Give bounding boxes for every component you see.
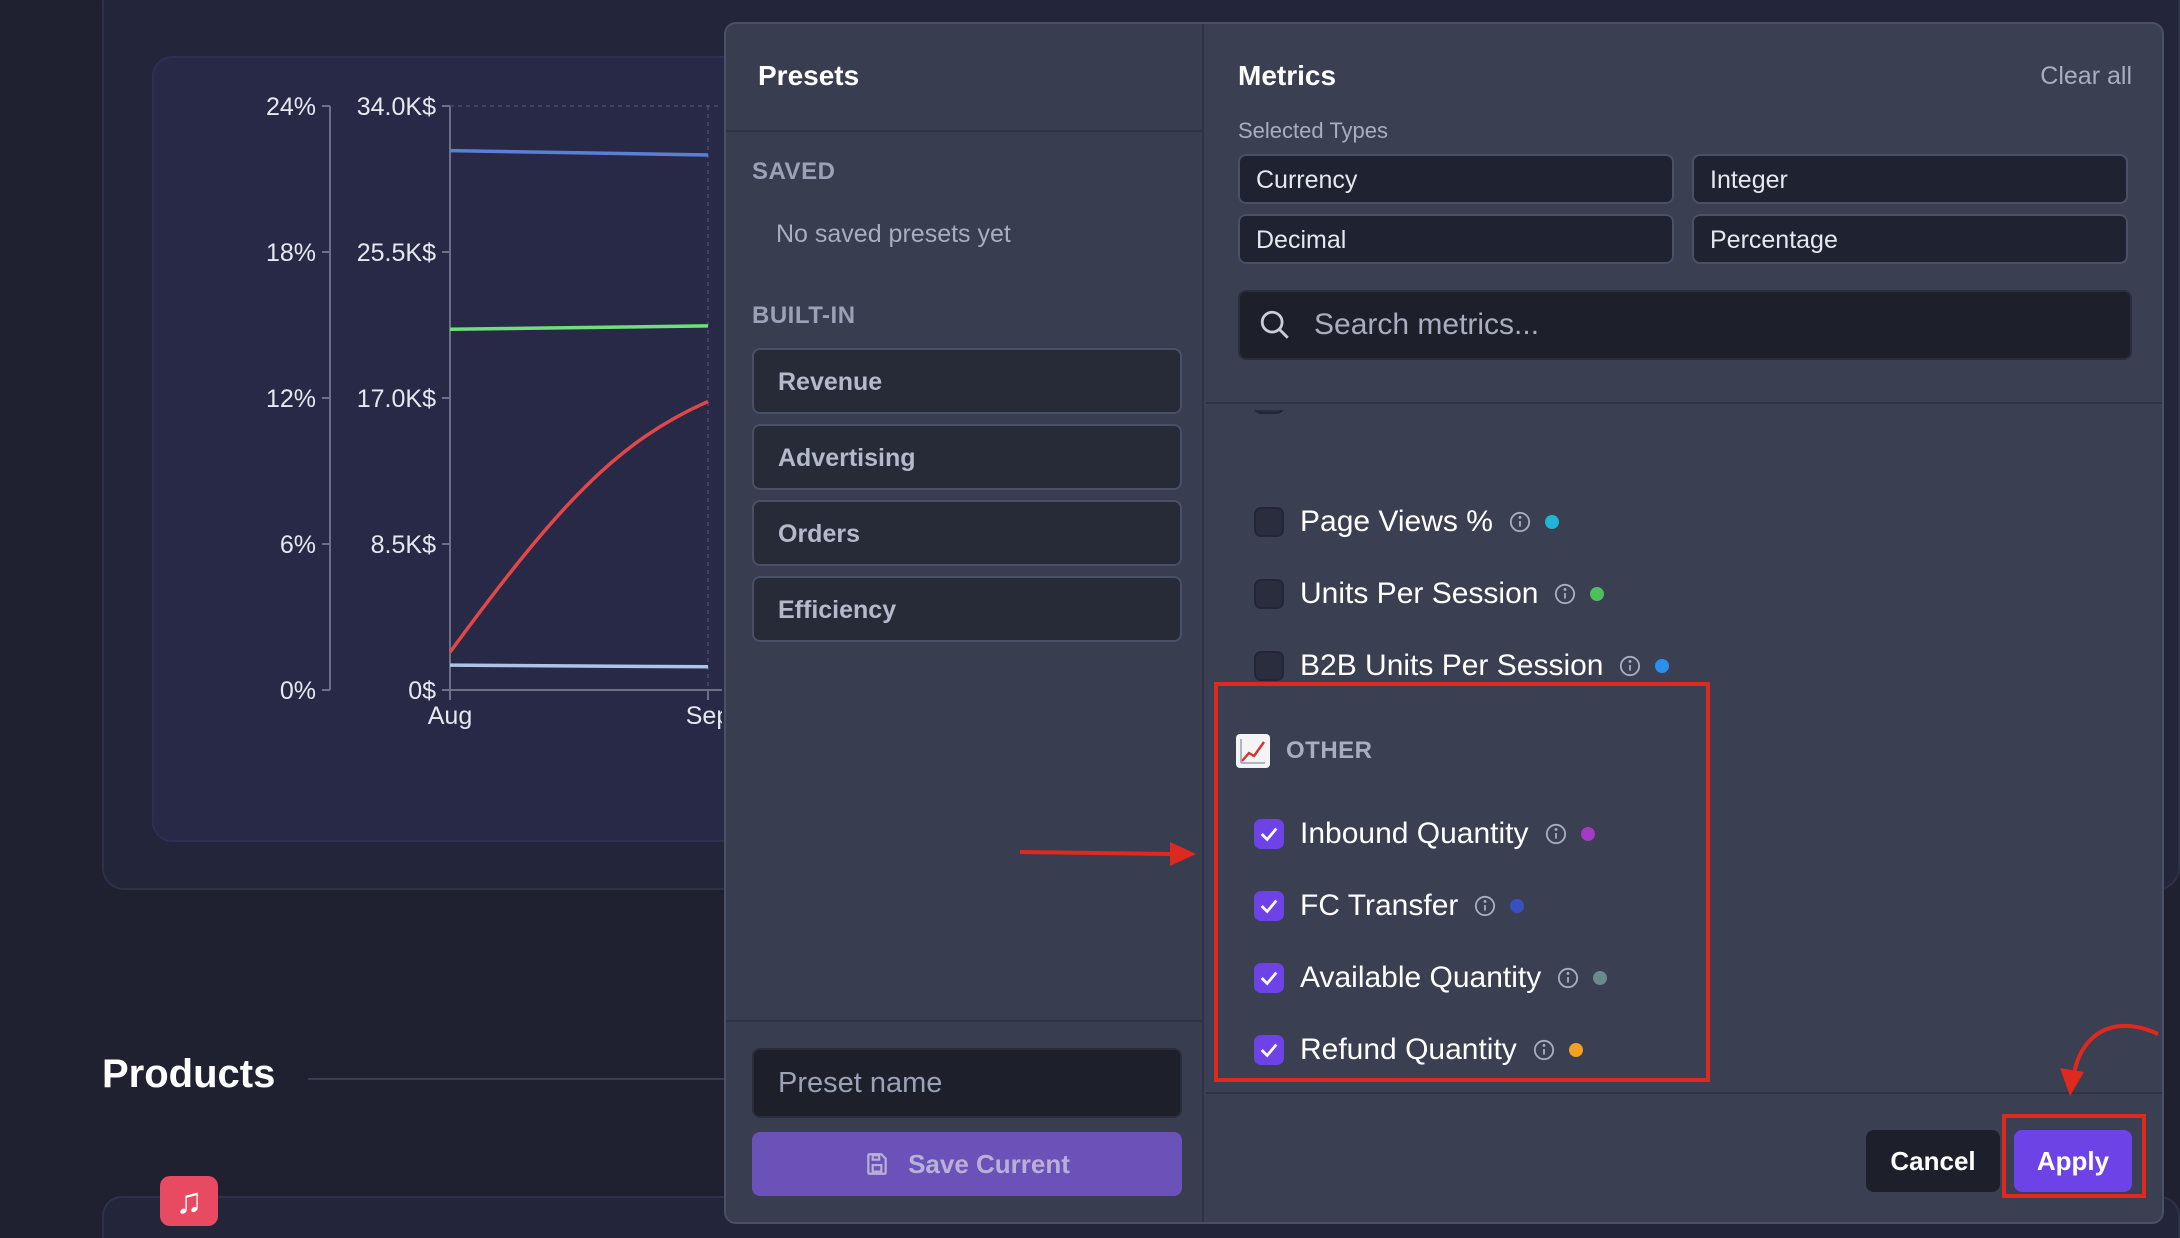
checkbox[interactable]: [1254, 579, 1284, 609]
annotation-box-apply: [2002, 1114, 2146, 1198]
saved-label: SAVED: [752, 158, 836, 185]
y-tick-label: 25.5K$: [357, 239, 436, 267]
selected-types-label: Selected Types: [1238, 118, 1389, 143]
preset-advertising-button[interactable]: Advertising: [752, 424, 1182, 490]
y-tick-label: 0%: [280, 677, 316, 705]
series-line-2: [449, 324, 709, 332]
search-input[interactable]: [1292, 308, 2130, 342]
save-current-label: Save Current: [908, 1148, 1070, 1179]
metric-search-box[interactable]: [1238, 290, 2132, 360]
metrics-header: Metrics Clear all Selected Types Currenc…: [1206, 24, 2162, 404]
preset-revenue-button[interactable]: Revenue: [752, 348, 1182, 414]
selected-types-grid: Currency Integer Decimal Percentage: [1238, 154, 2132, 264]
type-chip-decimal[interactable]: Decimal: [1238, 214, 1674, 264]
preset-name-input[interactable]: [752, 1048, 1182, 1118]
partially-hidden-row: [1254, 410, 1654, 432]
x-tick-label: Sep: [686, 702, 722, 730]
presets-footer: Save Current: [726, 1020, 1202, 1222]
checkbox[interactable]: [1254, 651, 1284, 681]
floppy-disk-icon: [867, 1153, 887, 1175]
section-divider: [308, 1078, 728, 1080]
metric-label: Page Views %: [1300, 505, 1493, 538]
search-icon: [1260, 310, 1289, 339]
builtin-preset-list: Revenue Advertising Orders Efficiency: [752, 348, 1182, 652]
y-tick-label: 12%: [266, 385, 316, 413]
series-line-3: [448, 399, 709, 654]
cancel-button[interactable]: Cancel: [1866, 1130, 2000, 1192]
y-tick-label: 17.0K$: [357, 385, 436, 413]
metric-row-units-per-session[interactable]: Units Per Session: [1254, 574, 1605, 614]
y-tick-label: 24%: [266, 93, 316, 121]
preset-orders-button[interactable]: Orders: [752, 500, 1182, 566]
y-tick-label: 0$: [408, 677, 436, 705]
series-line-1: [449, 148, 709, 157]
metric-row-page-views[interactable]: Page Views %: [1254, 502, 1559, 542]
metric-row-b2b-units-per-session[interactable]: B2B Units Per Session: [1254, 646, 1670, 686]
type-chip-percentage[interactable]: Percentage: [1692, 214, 2128, 264]
annotation-box-other-group: [1214, 682, 1710, 1082]
save-current-button[interactable]: Save Current: [752, 1132, 1182, 1196]
presets-panel: Presets SAVED No saved presets yet BUILT…: [726, 24, 1204, 1222]
info-icon[interactable]: [1619, 655, 1641, 677]
products-heading: Products: [102, 1052, 276, 1096]
metric-label: B2B Units Per Session: [1300, 649, 1604, 682]
metrics-title: Metrics: [1238, 60, 1337, 91]
series-line-4: [449, 663, 709, 669]
info-icon[interactable]: [1509, 511, 1531, 533]
builtin-label: BUILT-IN: [752, 302, 856, 329]
clear-all-button[interactable]: Clear all: [2040, 62, 2132, 91]
preset-efficiency-button[interactable]: Efficiency: [752, 576, 1182, 642]
series-color-dot: [1655, 659, 1670, 673]
checkbox[interactable]: [1254, 507, 1284, 537]
presets-title: Presets: [758, 60, 860, 91]
series-color-dot: [1544, 515, 1559, 529]
presets-header: Presets: [726, 24, 1202, 132]
line-chart: 24% 18% 12% 6% 0% 34.0K$ 25.5K$ 17.0K$ 8.5K$ 0$Au…: [266, 93, 722, 730]
y-tick-label: 34.0K$: [357, 93, 436, 121]
y-tick-label: 8.5K$: [371, 531, 436, 559]
series-color-dot: [1590, 587, 1605, 601]
x-tick-label: Aug: [428, 702, 472, 730]
y-tick-label: 18%: [266, 239, 316, 267]
music-app-icon[interactable]: ♫: [160, 1176, 218, 1226]
type-chip-integer[interactable]: Integer: [1692, 154, 2128, 204]
type-chip-currency[interactable]: Currency: [1238, 154, 1674, 204]
checkbox[interactable]: [1254, 410, 1284, 414]
metric-label: Units Per Session: [1300, 577, 1539, 610]
y-tick-label: 6%: [280, 531, 316, 559]
saved-empty-message: No saved presets yet: [776, 220, 1011, 248]
info-icon[interactable]: [1554, 583, 1576, 605]
